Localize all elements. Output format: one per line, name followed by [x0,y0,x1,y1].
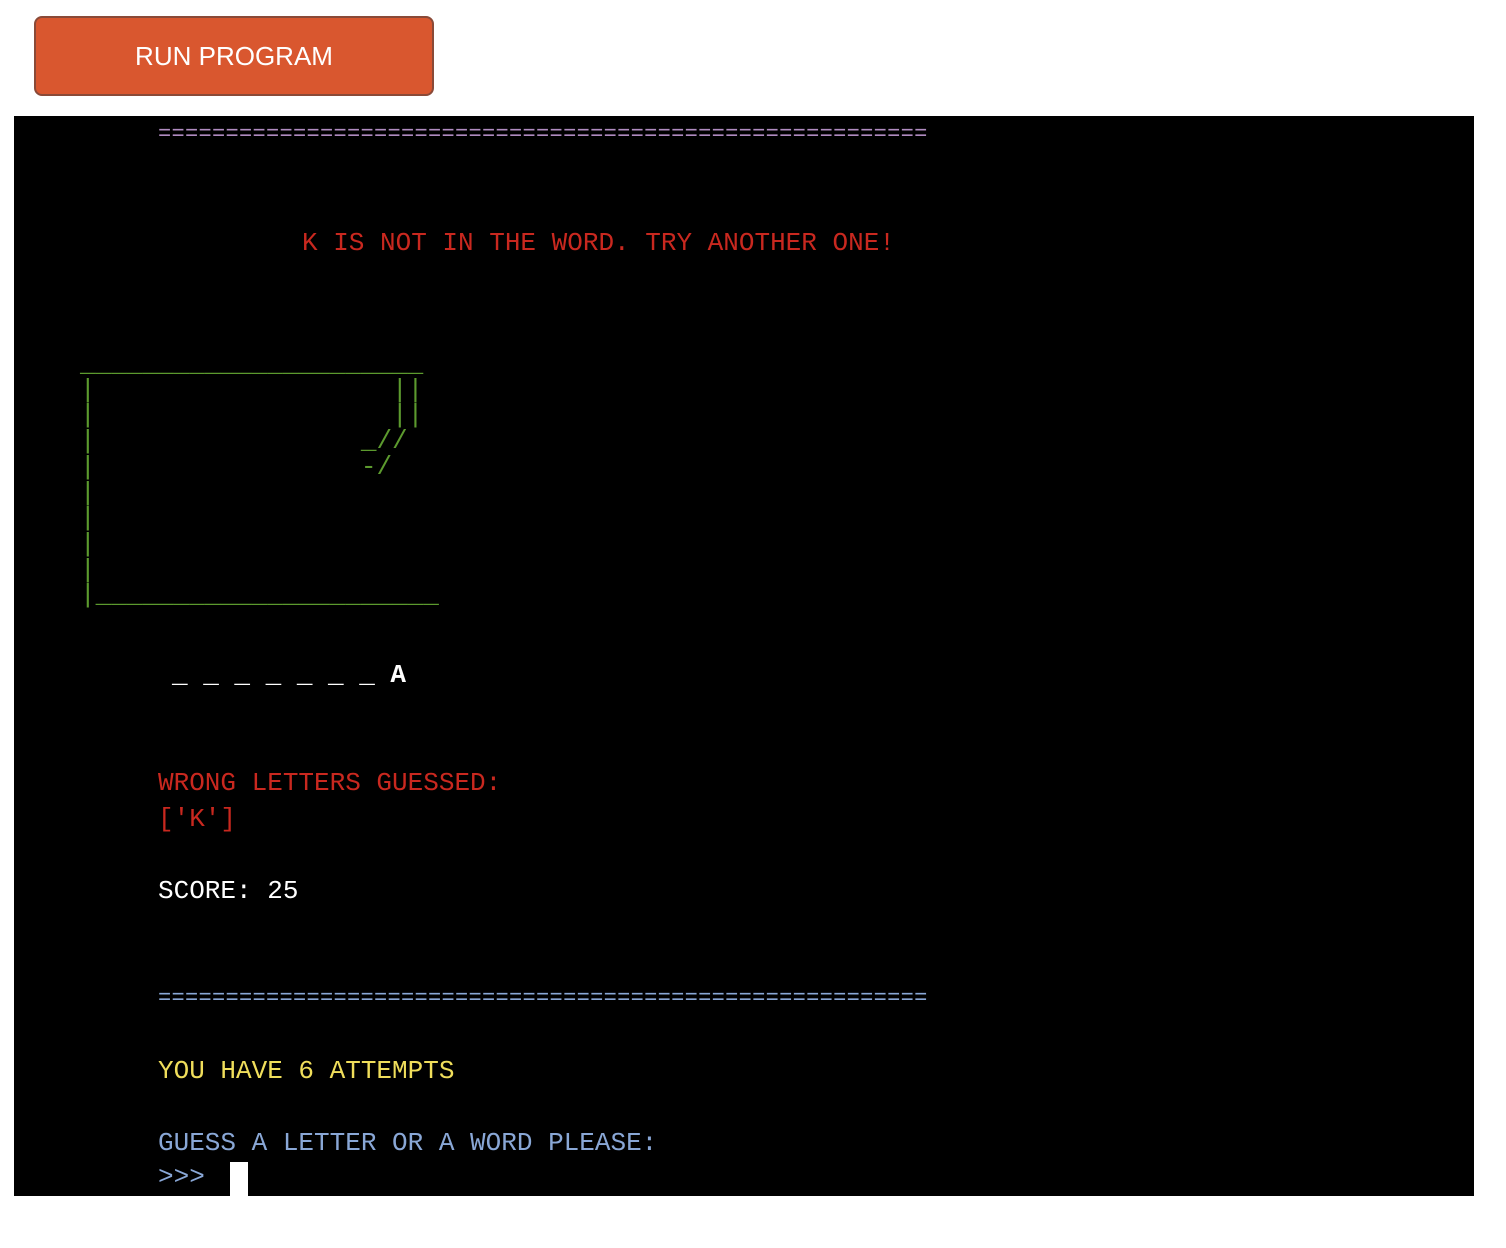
bottom-separator: ========================================… [158,986,928,1011]
terminal-output[interactable]: ========================================… [14,116,1474,1196]
status-message: K IS NOT IN THE WORD. TRY ANOTHER ONE! [302,228,895,258]
input-prompt: >>> [158,1162,205,1192]
wrong-letters-value: ['K'] [158,804,237,834]
top-separator: ========================================… [158,122,928,147]
hangman-art: ______________________ | || | || | _// |… [80,349,439,611]
input-cursor[interactable] [230,1162,248,1196]
wrong-letters-label: WRONG LETTERS GUESSED: [158,768,502,798]
guess-prompt: GUESS A LETTER OR A WORD PLEASE: [158,1128,658,1158]
word-progress: _ _ _ _ _ _ _ A [172,660,407,690]
attempts-text: YOU HAVE 6 ATTEMPTS [158,1056,455,1086]
score-text: SCORE: 25 [158,876,299,906]
run-program-button[interactable]: RUN PROGRAM [34,16,434,96]
